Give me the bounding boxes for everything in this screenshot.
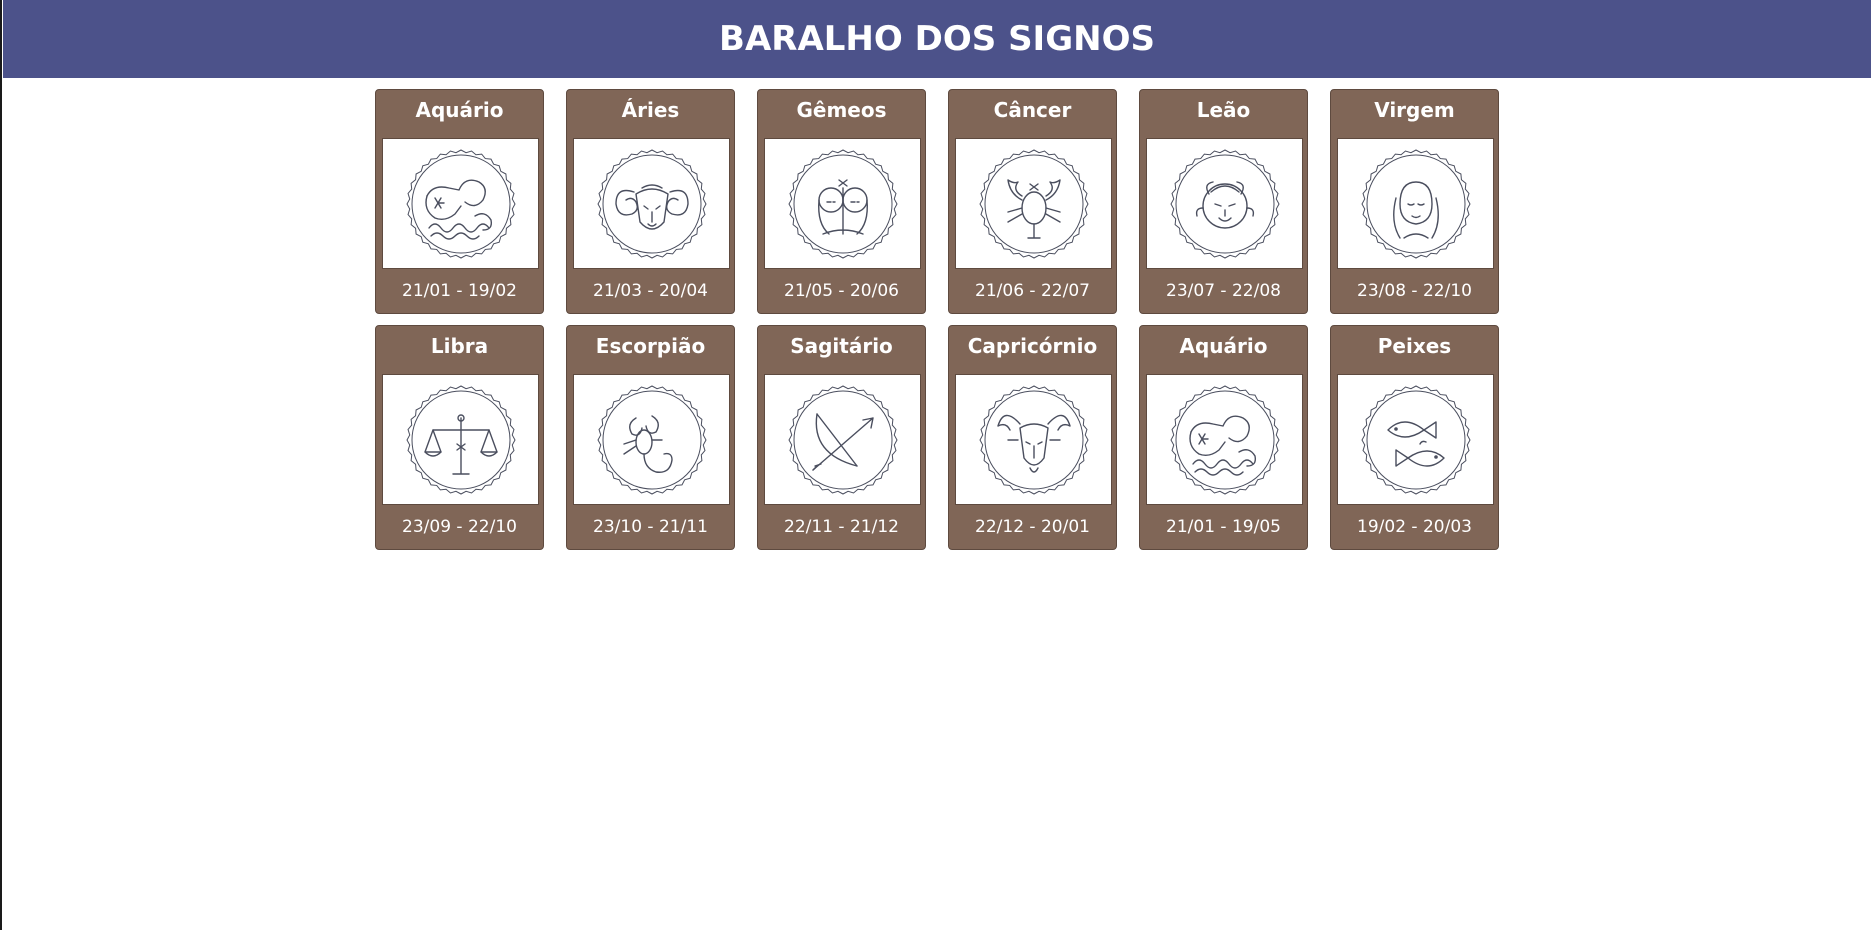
card-dates: 22/11 - 21/12 <box>784 517 899 537</box>
card-name: Sagitário <box>790 334 893 358</box>
capricorn-icon <box>978 384 1089 495</box>
card-name: Virgem <box>1374 98 1455 122</box>
card-name: Peixes <box>1377 334 1452 358</box>
card-illustration <box>573 374 730 505</box>
card-name: Áries <box>621 98 680 122</box>
pisces-icon <box>1360 384 1471 495</box>
aquarius-icon <box>405 148 516 259</box>
card-name: Aquário <box>415 98 504 122</box>
card-dates: 23/09 - 22/10 <box>402 517 517 537</box>
zodiac-card[interactable]: Capricórnio 22/12 - 20/01 <box>948 325 1117 550</box>
card-name: Escorpião <box>595 334 706 358</box>
aquarius-icon <box>1169 384 1280 495</box>
zodiac-card[interactable]: Peixes 19/02 - 20/03 <box>1330 325 1499 550</box>
zodiac-card[interactable]: Aquário 21/01 - 19/02 <box>375 89 544 314</box>
libra-icon <box>405 384 516 495</box>
card-illustration <box>1337 374 1494 505</box>
card-illustration <box>1337 138 1494 269</box>
card-illustration <box>764 374 921 505</box>
aries-icon <box>596 148 707 259</box>
gemini-icon <box>787 148 898 259</box>
card-illustration <box>1146 374 1303 505</box>
zodiac-card[interactable]: Leão 23/07 - 22/08 <box>1139 89 1308 314</box>
zodiac-card[interactable]: Gêmeos 21/05 - 20/06 <box>757 89 926 314</box>
card-name: Libra <box>430 334 489 358</box>
card-illustration <box>955 138 1112 269</box>
card-illustration <box>573 138 730 269</box>
card-dates: 21/01 - 19/05 <box>1166 517 1281 537</box>
zodiac-card[interactable]: Escorpião 23/10 - 21/11 <box>566 325 735 550</box>
card-dates: 21/03 - 20/04 <box>593 281 708 301</box>
window-edge <box>0 0 2 930</box>
zodiac-card[interactable]: Câncer 21/06 - 22/07 <box>948 89 1117 314</box>
card-illustration <box>382 374 539 505</box>
card-dates: 19/02 - 20/03 <box>1357 517 1472 537</box>
scorpio-icon <box>596 384 707 495</box>
card-name: Câncer <box>993 98 1072 122</box>
card-illustration <box>1146 138 1303 269</box>
card-illustration <box>955 374 1112 505</box>
card-dates: 23/10 - 21/11 <box>593 517 708 537</box>
zodiac-card[interactable]: Áries 21/03 - 20/04 <box>566 89 735 314</box>
card-dates: 21/06 - 22/07 <box>975 281 1090 301</box>
zodiac-card-grid: Aquário 21/01 - 19/02 Áries 21/03 - 20/04 … <box>375 89 1499 550</box>
zodiac-card[interactable]: Sagitário 22/11 - 21/12 <box>757 325 926 550</box>
card-illustration <box>764 138 921 269</box>
leo-icon <box>1169 148 1280 259</box>
card-dates: 22/12 - 20/01 <box>975 517 1090 537</box>
virgo-icon <box>1360 148 1471 259</box>
page-title: BARALHO DOS SIGNOS <box>719 19 1155 59</box>
sagittarius-icon <box>787 384 898 495</box>
zodiac-card[interactable]: Aquário 21/01 - 19/05 <box>1139 325 1308 550</box>
card-dates: 21/01 - 19/02 <box>402 281 517 301</box>
card-dates: 23/08 - 22/10 <box>1357 281 1472 301</box>
zodiac-card[interactable]: Libra 23/09 - 22/10 <box>375 325 544 550</box>
page-header: BARALHO DOS SIGNOS <box>3 0 1871 78</box>
card-name: Capricórnio <box>967 334 1098 358</box>
zodiac-card[interactable]: Virgem 23/08 - 22/10 <box>1330 89 1499 314</box>
cancer-icon <box>978 148 1089 259</box>
card-name: Leão <box>1196 98 1251 122</box>
card-dates: 23/07 - 22/08 <box>1166 281 1281 301</box>
card-name: Aquário <box>1179 334 1268 358</box>
card-illustration <box>382 138 539 269</box>
card-name: Gêmeos <box>796 98 887 122</box>
card-dates: 21/05 - 20/06 <box>784 281 899 301</box>
